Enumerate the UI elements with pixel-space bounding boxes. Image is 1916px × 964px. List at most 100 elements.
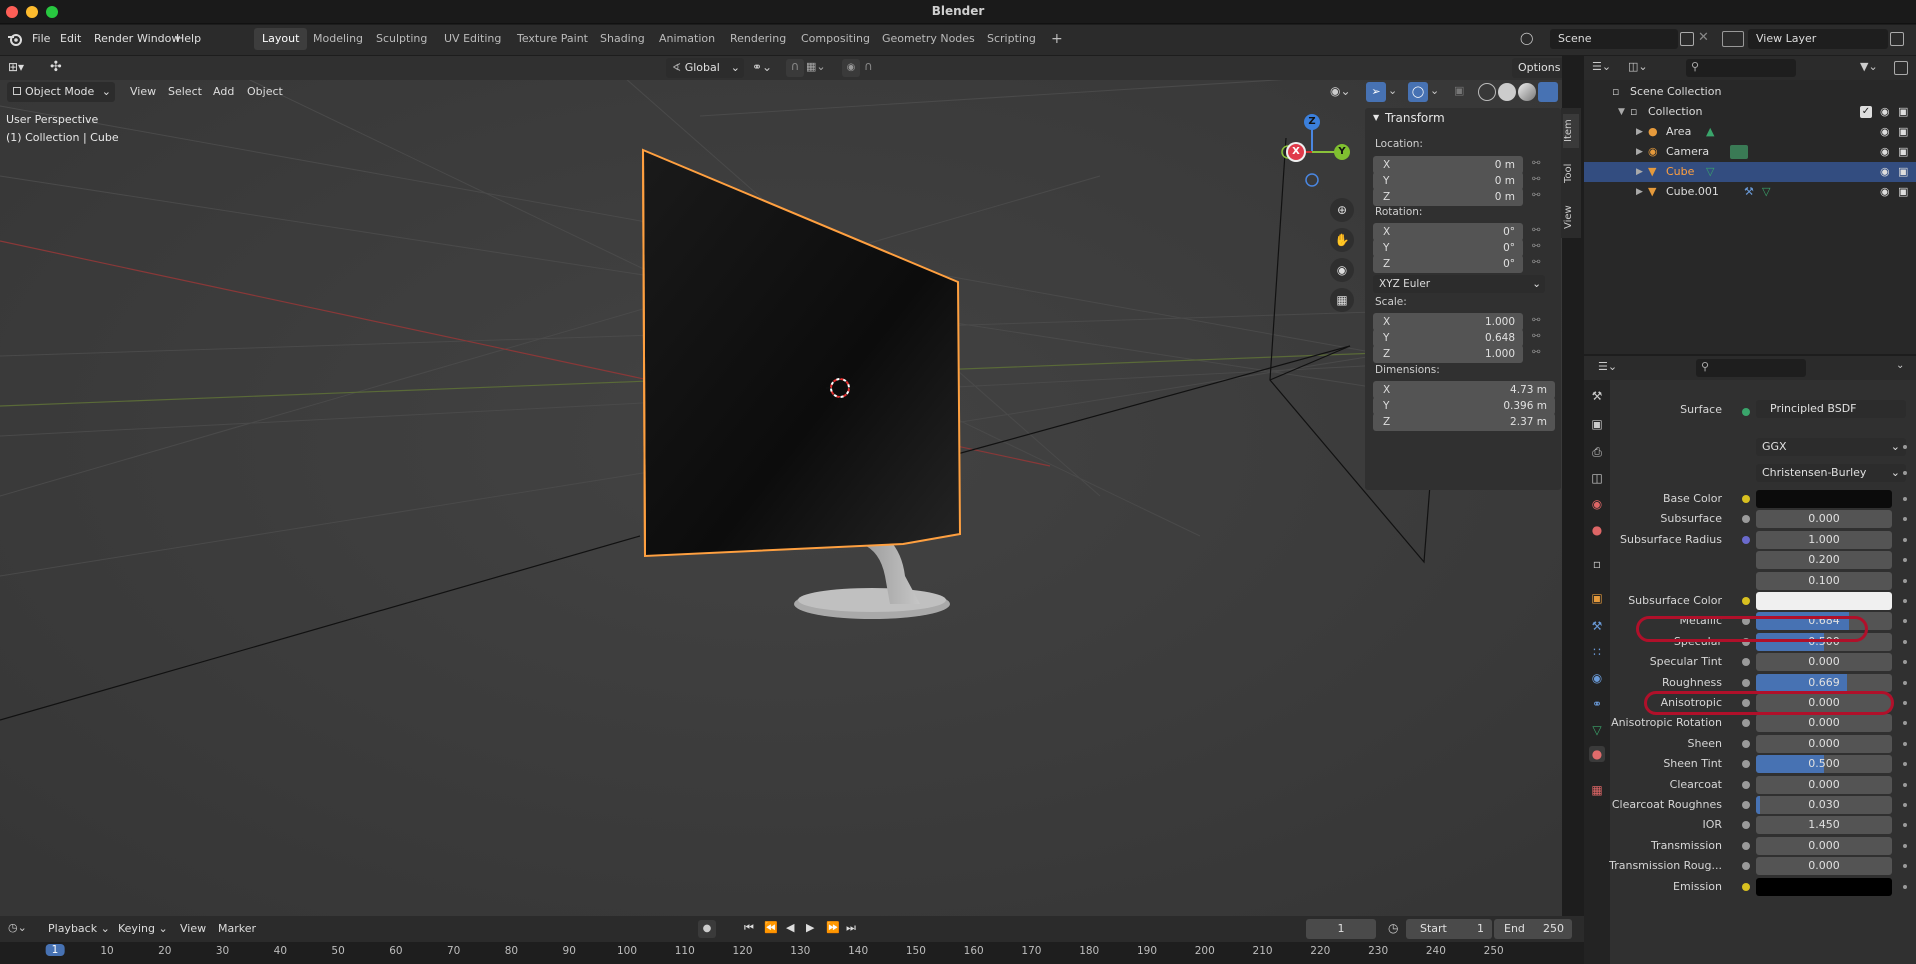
eye-icon[interactable]: ◉ xyxy=(1880,142,1890,162)
viewport-menu-add[interactable]: Add xyxy=(209,82,238,102)
tool-tab-icon[interactable]: ⚒ xyxy=(1589,388,1605,404)
gizmo-y-axis[interactable]: Y xyxy=(1334,144,1350,160)
animate-dot-icon[interactable] xyxy=(1903,558,1907,562)
new-scene-icon[interactable] xyxy=(1680,32,1694,46)
tab-texture-paint[interactable]: Texture Paint xyxy=(509,28,596,50)
viewport-menu-view[interactable]: View xyxy=(126,82,160,102)
tab-view[interactable]: View xyxy=(1563,200,1579,234)
texture-tab-icon[interactable]: ▦ xyxy=(1589,782,1605,798)
expand-arrow-icon[interactable]: ▶ xyxy=(1636,162,1643,182)
animate-dot-icon[interactable] xyxy=(1903,517,1907,521)
timeline-editor-type-icon[interactable]: ◷⌄ xyxy=(8,921,27,934)
tab-item[interactable]: Item xyxy=(1563,114,1579,148)
transmission-field[interactable]: 0.000 xyxy=(1756,837,1892,855)
new-collection-icon[interactable] xyxy=(1894,61,1908,75)
lock-icon[interactable]: ⚯ xyxy=(1532,257,1544,269)
camera-render-icon[interactable]: ▣ xyxy=(1898,142,1908,162)
socket-dot-icon[interactable] xyxy=(1742,883,1750,891)
camera-render-icon[interactable]: ▣ xyxy=(1898,102,1908,122)
rotation-mode-dropdown[interactable]: XYZ Euler ⌄ xyxy=(1373,275,1545,293)
outliner-row-area[interactable]: ▶ ● Area ▲ ◉ ▣ xyxy=(1584,122,1916,142)
ortho-grid-icon[interactable]: ▦ xyxy=(1330,288,1354,312)
expand-arrow-icon[interactable]: ▶ xyxy=(1636,122,1643,142)
transform-orientation-dropdown[interactable]: ∢ Global ⌄ xyxy=(666,58,744,78)
tab-compositing[interactable]: Compositing xyxy=(793,28,878,50)
navigation-gizmo[interactable]: Z Y X xyxy=(1274,114,1354,194)
editor-type-icon[interactable]: ⊞▾ xyxy=(8,60,30,76)
play-icon[interactable]: ▶ xyxy=(806,921,814,934)
animate-dot-icon[interactable] xyxy=(1903,538,1907,542)
animate-dot-icon[interactable] xyxy=(1903,445,1907,449)
xray-toggle-icon[interactable]: ▣ xyxy=(1454,84,1470,100)
socket-dot-icon[interactable] xyxy=(1742,801,1750,809)
animate-dot-icon[interactable] xyxy=(1903,783,1907,787)
scene-name-field[interactable]: Scene xyxy=(1550,29,1678,49)
outliner-row-scene-collection[interactable]: ▫ Scene Collection xyxy=(1584,82,1916,102)
collection-tab-icon[interactable]: ▫ xyxy=(1589,556,1605,572)
jump-keyframe-forward-icon[interactable]: ⏩ xyxy=(826,921,840,934)
falloff-icon[interactable]: ∩ xyxy=(864,59,884,77)
render-tab-icon[interactable]: ▣ xyxy=(1589,416,1605,432)
sheen-tint-field[interactable]: 0.500 xyxy=(1756,755,1892,773)
tab-modeling[interactable]: Modeling xyxy=(305,28,371,50)
properties-search-input[interactable]: ⚲ xyxy=(1696,359,1806,377)
animate-dot-icon[interactable] xyxy=(1903,864,1907,868)
view-layer-icon[interactable] xyxy=(1722,31,1744,47)
output-tab-icon[interactable]: ⎙ xyxy=(1589,444,1605,460)
clearcoat-roughnes-field[interactable]: 0.030 xyxy=(1756,796,1892,814)
shading-solid-icon[interactable] xyxy=(1498,83,1516,101)
mode-dropdown[interactable]: Object Mode ⌄ xyxy=(7,82,115,102)
outliner-row-camera[interactable]: ▶ ◉ Camera ◉ ▣ xyxy=(1584,142,1916,162)
expand-arrow-icon[interactable]: ▶ xyxy=(1636,142,1643,162)
menu-render[interactable]: Render xyxy=(94,32,133,45)
value-field[interactable]: 0.200 xyxy=(1756,551,1892,569)
shading-wireframe-icon[interactable] xyxy=(1478,83,1496,101)
data-tab-icon[interactable]: ▽ xyxy=(1589,722,1605,738)
socket-dot-icon[interactable] xyxy=(1742,408,1750,416)
pan-hand-icon[interactable]: ✋ xyxy=(1330,228,1354,252)
auto-keying-icon[interactable]: ● xyxy=(698,920,716,938)
rotation-z-field[interactable]: Z 0° xyxy=(1373,255,1523,273)
outliner-row-collection[interactable]: ▼ ▫ Collection ✓ ◉ ▣ xyxy=(1584,102,1916,122)
timeline-menu-marker[interactable]: Marker xyxy=(214,919,260,939)
options-dropdown[interactable]: Options xyxy=(1512,58,1562,78)
transform-tool-icon[interactable]: ✣ xyxy=(50,59,68,77)
tab-tool[interactable]: Tool xyxy=(1563,156,1579,190)
timeline-menu-playback[interactable]: Playback ⌄ xyxy=(44,919,114,939)
tab-sculpting[interactable]: Sculpting xyxy=(368,28,435,50)
socket-dot-icon[interactable] xyxy=(1742,781,1750,789)
lock-icon[interactable]: ⚯ xyxy=(1532,331,1544,343)
socket-dot-icon[interactable] xyxy=(1742,740,1750,748)
tab-uv-editing[interactable]: UV Editing xyxy=(436,28,509,50)
scene-selector-icon[interactable]: ◯ xyxy=(1520,31,1542,47)
current-frame-field[interactable]: 1 xyxy=(1306,919,1376,939)
scale-z-field[interactable]: Z 1.000 xyxy=(1373,345,1523,363)
tab-layout[interactable]: Layout xyxy=(254,28,308,50)
eye-icon[interactable]: ◉ xyxy=(1880,182,1890,202)
base-color-field[interactable] xyxy=(1756,490,1892,508)
filter-icon[interactable]: ▼⌄ xyxy=(1860,60,1878,73)
physics-tab-icon[interactable]: ◉ xyxy=(1589,670,1605,686)
menu-help[interactable]: Help xyxy=(176,32,201,45)
material-tab-icon[interactable]: ● xyxy=(1589,746,1605,762)
menu-file[interactable]: File xyxy=(32,32,50,45)
roughness-field[interactable]: 0.669 xyxy=(1756,674,1892,692)
expand-arrow-icon[interactable]: ▼ xyxy=(1618,102,1625,122)
socket-dot-icon[interactable] xyxy=(1742,658,1750,666)
scene-tab-icon[interactable]: ◉ xyxy=(1589,496,1605,512)
show-gizmo-icon[interactable]: ➢ xyxy=(1366,82,1386,102)
lock-icon[interactable]: ⚯ xyxy=(1532,225,1544,237)
timeline-menu-keying[interactable]: Keying ⌄ xyxy=(114,919,172,939)
view-layer-tab-icon[interactable]: ◫ xyxy=(1589,470,1605,486)
particles-tab-icon[interactable]: ∷ xyxy=(1589,644,1605,660)
start-frame-field[interactable]: Start 1 xyxy=(1406,919,1492,939)
constraints-tab-icon[interactable]: ⚭ xyxy=(1589,696,1605,712)
eye-icon[interactable]: ◉ xyxy=(1880,122,1890,142)
subsurface-field[interactable]: 0.000 xyxy=(1756,510,1892,528)
animate-dot-icon[interactable] xyxy=(1903,660,1907,664)
animate-dot-icon[interactable] xyxy=(1903,681,1907,685)
lock-icon[interactable]: ⚯ xyxy=(1532,158,1544,170)
menu-window[interactable]: Window xyxy=(137,32,180,45)
object-tab-icon[interactable]: ▣ xyxy=(1589,590,1605,606)
socket-dot-icon[interactable] xyxy=(1742,597,1750,605)
